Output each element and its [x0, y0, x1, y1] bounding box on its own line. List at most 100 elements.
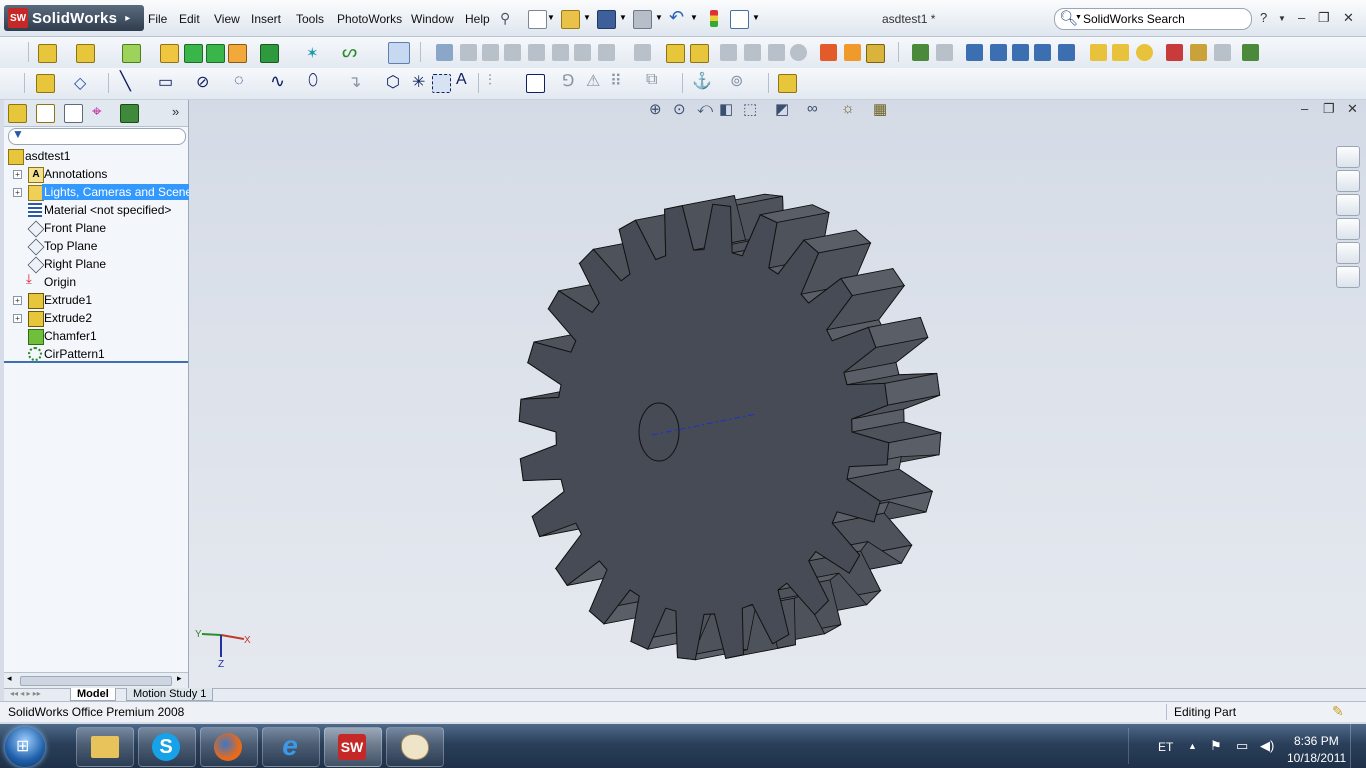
show-hidden-icons-icon[interactable]: ▲ [1188, 741, 1197, 751]
tree-item-material[interactable]: Material <not specified> [44, 202, 171, 218]
viewport-close-button[interactable]: ✕ [1347, 101, 1358, 117]
search-dropdown-icon[interactable]: ▼ [1075, 14, 1082, 21]
render-scene-icon[interactable] [1012, 44, 1029, 61]
revolved-boss-icon[interactable] [76, 44, 95, 63]
expand-annotations-icon[interactable]: + [13, 170, 22, 179]
extruded-cut-icon[interactable] [184, 44, 203, 63]
fillet-icon[interactable] [228, 44, 247, 63]
split-line-icon[interactable] [666, 44, 685, 63]
minimize-window-button[interactable]: – [1298, 10, 1305, 25]
action-center-icon[interactable]: ⚑ [1210, 738, 1222, 754]
taskbar-explorer[interactable] [76, 727, 134, 767]
smart-dimension-icon[interactable]: ◇ [74, 73, 86, 93]
clock-date[interactable]: 10/18/2011 [1287, 751, 1346, 765]
measure-icon[interactable] [1190, 44, 1207, 61]
hide-show-items-icon[interactable]: ∞ [807, 100, 818, 117]
viewport-restore-button[interactable]: ❐ [1323, 101, 1335, 117]
scroll-right-icon[interactable]: ▸ [177, 673, 182, 684]
display-relations-icon[interactable]: ⚓ [692, 71, 712, 91]
decals-icon[interactable] [1136, 44, 1153, 61]
apply-scene-icon[interactable]: ▦ [873, 100, 887, 118]
rectangle-icon[interactable]: ▭ [158, 72, 173, 92]
centerline-icon[interactable] [432, 74, 451, 93]
point-icon[interactable]: ✳ [412, 72, 425, 92]
surface-fill-icon[interactable] [790, 44, 807, 61]
taskbar-solidworks[interactable]: SW [324, 727, 382, 767]
dimxpert-tab-icon[interactable]: ⌖ [92, 102, 102, 122]
zoom-to-fit-icon[interactable]: ⊕ [649, 100, 662, 118]
polygon-icon[interactable]: ⬡ [386, 72, 400, 92]
surface-extrude-icon[interactable] [720, 44, 737, 61]
tab-motion-study[interactable]: Motion Study 1 [126, 688, 214, 701]
display-manager-tab-icon[interactable] [120, 104, 139, 123]
scroll-left-icon[interactable]: ◂ [7, 673, 12, 684]
gear-model[interactable] [489, 160, 949, 690]
property-manager-tab-icon[interactable] [36, 104, 55, 123]
sketch-pattern-icon[interactable]: ⠿ [610, 71, 622, 91]
menu-edit[interactable]: Edit [179, 12, 200, 26]
zoom-to-area-icon[interactable]: ⊙ [673, 100, 686, 118]
linear-pattern-icon[interactable] [260, 44, 279, 63]
scroll-thumb[interactable] [20, 676, 172, 686]
print-dropdown-icon[interactable]: ▼ [655, 13, 663, 22]
save-icon[interactable] [597, 10, 616, 29]
taskbar-internet-explorer[interactable]: e [262, 727, 320, 767]
photoworks-icon[interactable] [1090, 44, 1107, 61]
sheet-metal-icon[interactable] [866, 44, 885, 63]
restore-window-button[interactable]: ❐ [1318, 10, 1330, 26]
solidworks-logo[interactable]: SW SolidWorks ▸ [4, 5, 145, 31]
expand-extrude1-icon[interactable]: + [13, 296, 22, 305]
menu-view[interactable]: View [214, 12, 240, 26]
new-dropdown-icon[interactable]: ▼ [547, 13, 555, 22]
volume-icon[interactable]: ◀) [1260, 738, 1274, 754]
instant3d-icon[interactable] [388, 42, 410, 64]
surface-revolve-icon[interactable] [744, 44, 761, 61]
tree-item-chamfer1[interactable]: Chamfer1 [44, 328, 97, 344]
line-icon[interactable]: ╲ [120, 71, 131, 92]
help-icon[interactable]: ? [1260, 10, 1267, 25]
rib-icon[interactable] [504, 44, 521, 61]
ellipse-icon[interactable]: ⬯ [308, 72, 318, 90]
menu-window[interactable]: Window [411, 12, 454, 26]
shell-icon[interactable] [482, 44, 499, 61]
section-view-icon[interactable]: ◧ [719, 100, 733, 118]
file-explorer-icon[interactable] [1336, 194, 1360, 216]
tree-item-lights-cameras[interactable]: Lights, Cameras and Scene [42, 184, 195, 200]
spline-icon[interactable]: ∿ [270, 71, 285, 92]
fillet-sketch-icon[interactable]: ↴ [348, 72, 361, 92]
rapid-sketch-icon[interactable] [778, 74, 797, 93]
move-face-icon[interactable] [436, 44, 453, 61]
repair-sketch-icon[interactable]: ⊚ [730, 71, 743, 91]
edit-appearance-icon[interactable]: ☼ [841, 100, 855, 117]
add-ins-icon[interactable] [1242, 44, 1259, 61]
menu-tools[interactable]: Tools [296, 12, 324, 26]
rebuild-icon[interactable] [710, 10, 718, 27]
extruded-boss-icon[interactable] [38, 44, 57, 63]
circle-icon[interactable]: ⊘ [196, 72, 209, 92]
display-style-icon[interactable]: ◩ [775, 100, 789, 118]
language-indicator[interactable]: ET [1158, 740, 1173, 754]
wrap-icon[interactable] [528, 44, 545, 61]
expand-tabs-icon[interactable]: » [172, 104, 179, 119]
solidworks-resources-icon[interactable] [1336, 146, 1360, 168]
taskbar-skype[interactable]: S [138, 727, 196, 767]
tree-root-label[interactable]: asdtest1 [25, 148, 70, 164]
curves-icon[interactable]: ᔕ [342, 42, 357, 62]
tree-item-annotations[interactable]: Annotations [44, 166, 107, 182]
graphics-area[interactable]: ⊕ ⊙ ⤺ ◧ ⬚ ◩ ∞ ☼ ▦ – ❐ ✕ X Y Z [189, 100, 1366, 688]
intersect-icon[interactable] [598, 44, 615, 61]
mirror-icon[interactable]: ⫶ [488, 72, 492, 89]
materials-icon[interactable] [1112, 44, 1129, 61]
surface-loft-icon[interactable] [768, 44, 785, 61]
tree-item-cirpattern1[interactable]: CirPattern1 [44, 346, 105, 362]
menu-help[interactable]: Help [465, 12, 490, 26]
evaluate-icon[interactable] [1166, 44, 1183, 61]
appearance-icon[interactable] [936, 44, 953, 61]
help-dropdown-icon[interactable]: ▼ [1278, 14, 1286, 23]
view-orientation-icon[interactable]: ⬚ [743, 100, 757, 118]
combine-icon[interactable] [690, 44, 709, 63]
open-folder-icon[interactable] [561, 10, 580, 29]
mold-tools-icon[interactable] [820, 44, 837, 61]
viewport-minimize-button[interactable]: – [1301, 101, 1308, 116]
undo-icon[interactable]: ↶ [669, 7, 684, 28]
